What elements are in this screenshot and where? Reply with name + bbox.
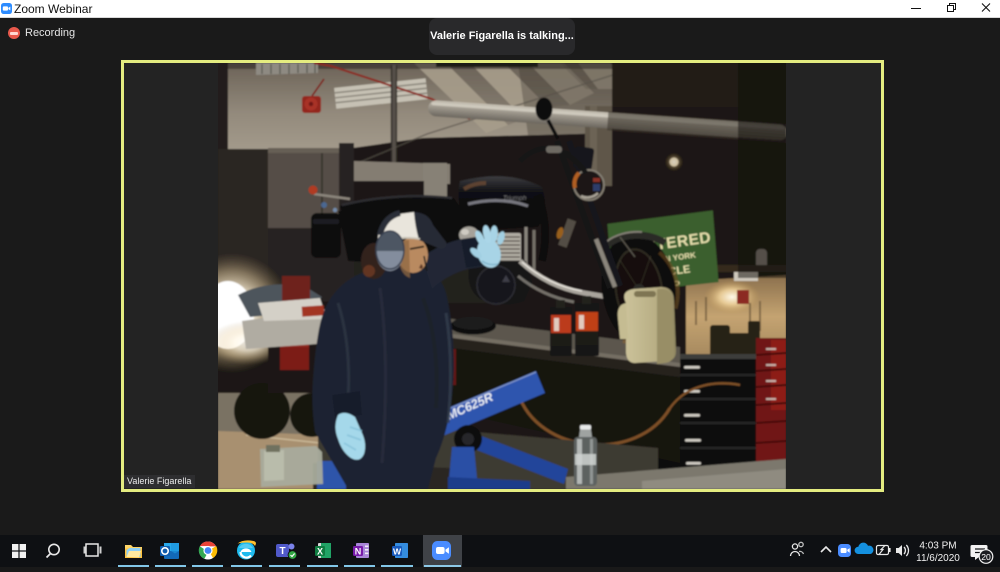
svg-text:11/6/2020: 11/6/2020 (916, 553, 960, 564)
svg-text:W: W (393, 546, 402, 556)
svg-text:Triumph: Triumph (503, 195, 527, 202)
svg-text:20: 20 (981, 552, 991, 562)
svg-text:T: T (279, 546, 285, 557)
svg-text:4:03 PM: 4:03 PM (919, 541, 956, 552)
svg-text:N: N (355, 546, 362, 556)
svg-text:X: X (317, 546, 323, 556)
